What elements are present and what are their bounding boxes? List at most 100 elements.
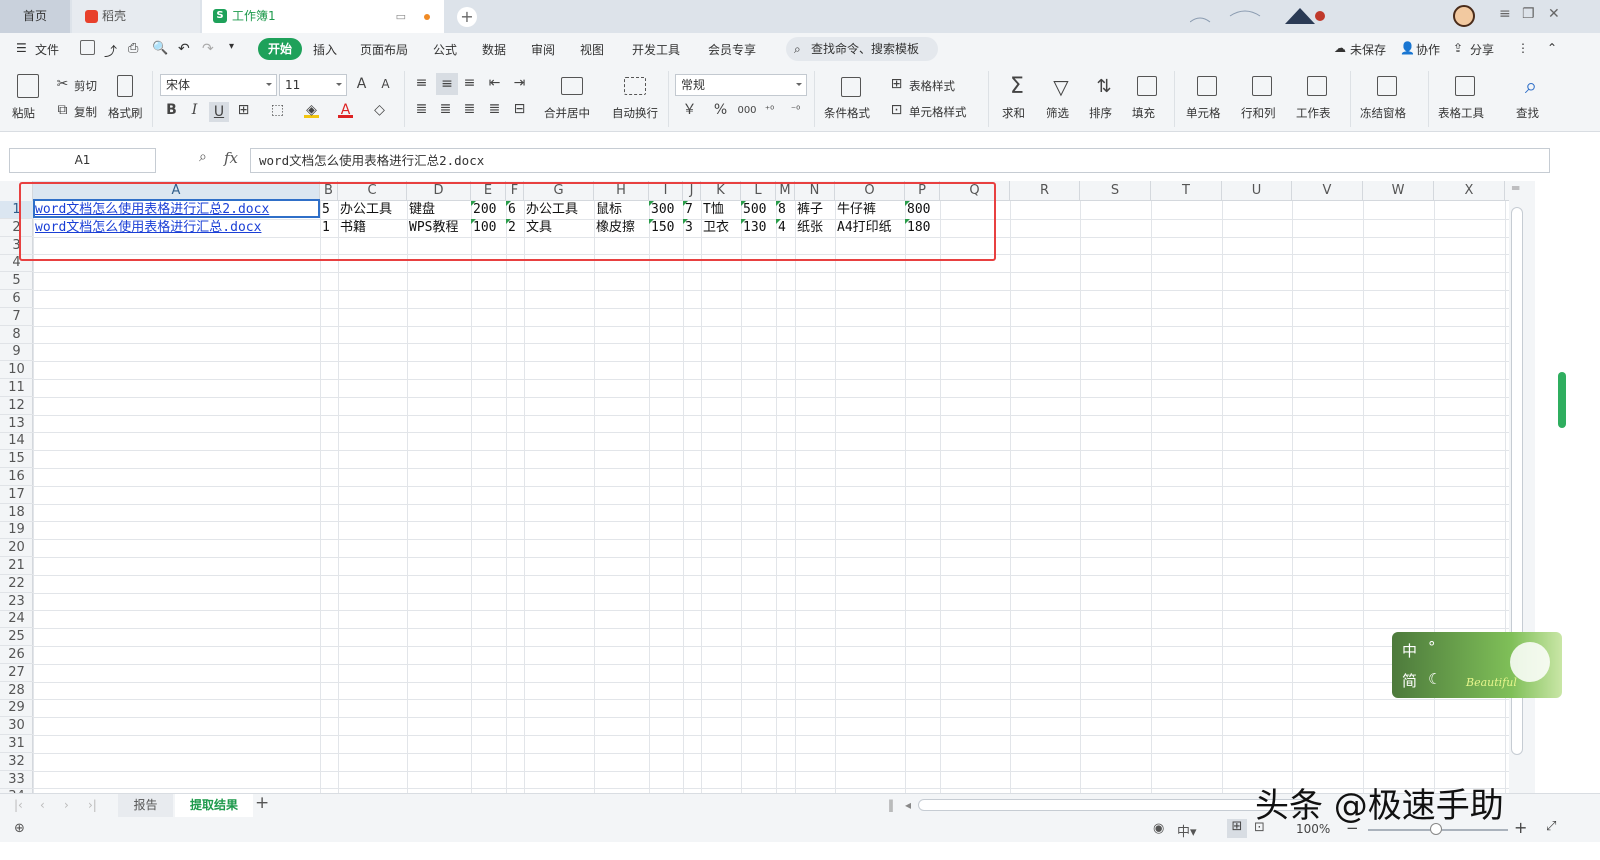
nav-next-icon[interactable]: › [64,794,69,817]
quick-access-dropdown-icon[interactable]: ▾ [229,41,234,52]
menu-review[interactable]: 审阅 [531,41,555,58]
ime-punct-toggle[interactable]: ° [1428,638,1436,656]
row-header-22[interactable]: 22 [0,575,33,593]
indent-decrease-icon[interactable]: ⇤ [487,76,502,91]
monitor-icon[interactable]: ▭ [396,0,406,33]
nav-prev-icon[interactable]: ‹ [40,794,45,817]
export-pdf-icon[interactable]: ⤴ [104,41,117,60]
scroll-left-icon[interactable]: ◂ [905,794,911,817]
fullscreen-icon[interactable]: ⤢ [1546,819,1556,834]
row-col-button[interactable]: 行和列 [1241,105,1276,121]
split-icon[interactable]: ═ [1512,181,1519,195]
row-header-27[interactable]: 27 [0,664,33,682]
justify-icon[interactable]: ≣ [487,102,502,117]
hamburger-icon[interactable]: ☰ [16,41,27,55]
merge-center-icon[interactable] [561,77,583,95]
row-header-24[interactable]: 24 [0,610,33,629]
zoom-formula-icon[interactable]: ⌕ [199,149,207,165]
name-box[interactable]: A1 [9,148,156,173]
font-family-select[interactable]: 宋体 [160,74,277,96]
increase-font-icon[interactable]: A [354,77,369,92]
column-header-s[interactable]: S [1080,181,1151,201]
row-header-25[interactable]: 25 [0,628,33,647]
row-header-29[interactable]: 29 [0,699,33,718]
column-header-r[interactable]: R [1010,181,1080,201]
print-icon[interactable]: ⎙ [128,41,138,56]
menu-data[interactable]: 数据 [482,41,506,58]
indent-increase-icon[interactable]: ⇥ [512,76,527,91]
number-format-select[interactable]: 常规 [675,74,807,96]
sort-button[interactable]: 排序 [1089,105,1112,121]
ime-lang-toggle[interactable]: 中 [1402,640,1417,661]
table-tools-button[interactable]: 表格工具 [1438,105,1484,121]
fill-color-icon[interactable]: ◈ [304,103,319,118]
decrease-decimal-icon[interactable]: ⁻⁰ [788,103,803,118]
find-icon[interactable]: ⌕ [1519,75,1543,99]
paste-button[interactable]: 粘贴 [12,105,35,121]
menu-start[interactable]: 开始 [258,38,302,60]
input-method-icon[interactable]: 中▾ [1177,821,1197,840]
ime-toolbar[interactable]: 中 ° 简 ☾ Beautiful [1392,632,1562,698]
fill-button[interactable]: 填充 [1132,105,1155,121]
side-handle[interactable] [1558,372,1566,428]
undo-icon[interactable]: ↶ [178,41,190,57]
menu-developer[interactable]: 开发工具 [632,41,680,58]
column-header-x[interactable]: X [1434,181,1505,201]
sheet-tab-report[interactable]: 报告 [118,794,173,817]
row-col-icon[interactable] [1252,76,1272,96]
row-header-33[interactable]: 33 [0,771,33,789]
decrease-font-icon[interactable]: A [378,77,393,92]
tab-splitter-icon[interactable]: ‖ [888,794,894,817]
macro-icon[interactable]: ⊕ [14,821,25,836]
share-button[interactable]: 分享 [1470,41,1494,58]
italic-icon[interactable]: I [187,103,202,118]
filter-button[interactable]: 筛选 [1046,105,1069,121]
conditional-format-button[interactable]: 条件格式 [824,105,870,121]
sort-icon[interactable]: ⇅ [1093,75,1115,99]
redo-icon[interactable]: ↷ [202,41,214,57]
ime-simplified-toggle[interactable]: 简 [1402,670,1417,691]
row-header-18[interactable]: 18 [0,504,33,522]
row-header-17[interactable]: 17 [0,486,33,504]
formula-input[interactable]: word文档怎么使用表格进行汇总2.docx [250,148,1550,173]
row-header-8[interactable]: 8 [0,326,33,344]
copy-button[interactable]: 复制 [74,104,97,120]
row-header-28[interactable]: 28 [0,682,33,700]
align-middle-icon[interactable]: ≡ [436,73,458,95]
format-painter-button[interactable]: 格式刷 [108,105,143,121]
menu-file[interactable]: 文件 [35,41,59,58]
distributed-icon[interactable]: ⊟ [512,102,527,117]
moon-icon[interactable]: ☾ [1428,670,1441,688]
print-preview-icon[interactable]: 🔍 [152,41,168,56]
worksheet-button[interactable]: 工作表 [1296,105,1331,121]
row-header-5[interactable]: 5 [0,272,33,291]
column-header-w[interactable]: W [1363,181,1434,201]
sum-button[interactable]: 求和 [1002,105,1025,121]
row-header-6[interactable]: 6 [0,290,33,308]
filter-icon[interactable]: ▽ [1050,75,1072,99]
freeze-panes-button[interactable]: 冻结窗格 [1360,105,1406,121]
collapse-ribbon-icon[interactable]: ⌃ [1547,41,1557,55]
row-header-11[interactable]: 11 [0,379,33,397]
new-tab-button[interactable]: + [457,7,477,27]
wrap-text-button[interactable]: 自动换行 [612,105,658,121]
row-header-31[interactable]: 31 [0,735,33,753]
normal-view-icon[interactable]: ⊞ [1227,819,1247,838]
worksheet-icon[interactable] [1307,76,1327,96]
fill-border-icon[interactable]: ⬚ [270,103,285,118]
table-style-button[interactable]: 表格样式 [909,78,955,94]
sheet-tab-result[interactable]: 提取结果 [175,794,253,817]
freeze-panes-icon[interactable] [1377,76,1397,96]
tab-workbook[interactable]: S 工作簿1 ▭ [202,0,444,33]
conditional-format-icon[interactable] [841,77,861,97]
row-header-9[interactable]: 9 [0,343,33,362]
increase-decimal-icon[interactable]: ⁺⁰ [762,103,777,118]
menu-formula[interactable]: 公式 [433,41,457,58]
unsaved-status[interactable]: 未保存 [1350,41,1386,58]
cut-button[interactable]: 剪切 [74,78,97,94]
user-avatar[interactable] [1453,5,1475,27]
cell-icon[interactable] [1197,76,1217,96]
cell-style-button[interactable]: 单元格样式 [909,104,967,120]
percent-icon[interactable]: % [713,103,728,118]
table-tools-icon[interactable] [1455,76,1475,96]
